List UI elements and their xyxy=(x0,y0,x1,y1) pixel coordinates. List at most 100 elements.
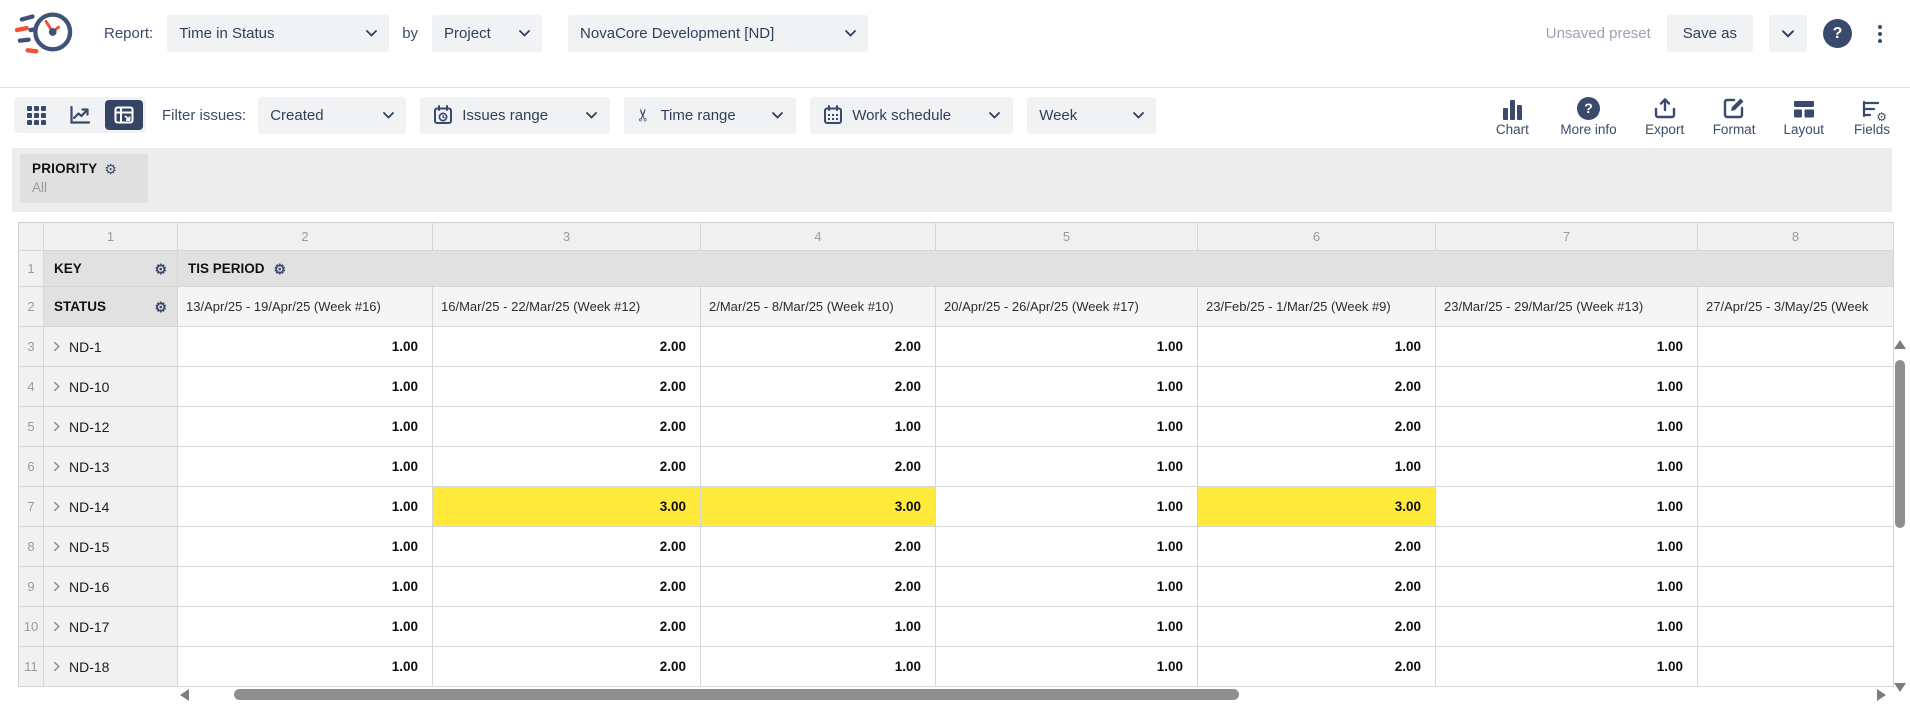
fields-button[interactable]: ⚙ Fields xyxy=(1852,94,1892,137)
gear-icon[interactable]: ⚙ xyxy=(274,262,287,276)
value-cell[interactable]: 1.00 xyxy=(1436,647,1698,687)
issue-key-cell[interactable]: ND-14 xyxy=(44,487,178,527)
period-header[interactable]: 20/Apr/25 - 26/Apr/25 (Week #17) xyxy=(936,287,1198,327)
save-options-button[interactable] xyxy=(1769,15,1807,52)
value-cell[interactable]: 1.00 xyxy=(936,447,1198,487)
vertical-scrollbar[interactable] xyxy=(1893,338,1907,694)
value-cell[interactable]: 1.00 xyxy=(178,487,433,527)
value-cell[interactable] xyxy=(1698,607,1894,647)
issue-key-cell[interactable]: ND-15 xyxy=(44,527,178,567)
priority-filter-chip[interactable]: PRIORITY ⚙ All xyxy=(20,154,148,203)
horizontal-scroll-track[interactable] xyxy=(194,688,1872,701)
report-type-select[interactable]: Time in Status xyxy=(167,15,389,52)
value-cell[interactable]: 2.00 xyxy=(701,527,936,567)
scroll-down-arrow-icon[interactable] xyxy=(1894,683,1906,692)
value-cell[interactable]: 3.00 xyxy=(1198,487,1436,527)
value-cell[interactable]: 2.00 xyxy=(433,647,701,687)
value-cell[interactable]: 2.00 xyxy=(701,567,936,607)
value-cell[interactable]: 1.00 xyxy=(178,567,433,607)
period-select[interactable]: Week xyxy=(1027,97,1156,134)
expand-chevron-icon[interactable] xyxy=(53,541,60,552)
period-header[interactable]: 23/Mar/25 - 29/Mar/25 (Week #13) xyxy=(1436,287,1698,327)
value-cell[interactable]: 1.00 xyxy=(1436,607,1698,647)
issue-key-cell[interactable]: ND-12 xyxy=(44,407,178,447)
value-cell[interactable]: 2.00 xyxy=(433,367,701,407)
expand-chevron-icon[interactable] xyxy=(53,341,60,352)
format-button[interactable]: Format xyxy=(1713,94,1756,137)
expand-chevron-icon[interactable] xyxy=(53,661,60,672)
value-cell[interactable]: 2.00 xyxy=(1198,527,1436,567)
value-cell[interactable]: 2.00 xyxy=(433,607,701,647)
gear-icon[interactable]: ⚙ xyxy=(154,300,167,314)
expand-chevron-icon[interactable] xyxy=(53,421,60,432)
group-by-select[interactable]: Project xyxy=(432,15,542,52)
value-cell[interactable]: 2.00 xyxy=(1198,607,1436,647)
value-cell[interactable]: 1.00 xyxy=(936,407,1198,447)
more-info-button[interactable]: ? More info xyxy=(1560,94,1616,137)
value-cell[interactable] xyxy=(1698,567,1894,607)
value-cell[interactable] xyxy=(1698,527,1894,567)
value-cell[interactable]: 2.00 xyxy=(433,407,701,447)
value-cell[interactable]: 1.00 xyxy=(936,607,1198,647)
value-cell[interactable]: 1.00 xyxy=(701,607,936,647)
value-cell[interactable]: 1.00 xyxy=(178,527,433,567)
time-range-button[interactable]: ✂ Time range xyxy=(624,97,796,134)
value-cell[interactable]: 2.00 xyxy=(1198,567,1436,607)
value-cell[interactable]: 1.00 xyxy=(936,327,1198,367)
issues-range-button[interactable]: Issues range xyxy=(420,97,610,134)
value-cell[interactable]: 1.00 xyxy=(178,367,433,407)
value-cell[interactable] xyxy=(1698,647,1894,687)
value-cell[interactable]: 1.00 xyxy=(1436,447,1698,487)
value-cell[interactable]: 1.00 xyxy=(701,407,936,447)
more-menu-button[interactable] xyxy=(1868,19,1892,49)
layout-button[interactable]: Layout xyxy=(1783,94,1824,137)
value-cell[interactable]: 1.00 xyxy=(1436,567,1698,607)
value-cell[interactable]: 1.00 xyxy=(936,647,1198,687)
value-cell[interactable]: 1.00 xyxy=(178,607,433,647)
value-cell[interactable]: 2.00 xyxy=(1198,367,1436,407)
value-cell[interactable]: 1.00 xyxy=(178,407,433,447)
value-cell[interactable] xyxy=(1698,327,1894,367)
grid-view-button[interactable] xyxy=(17,100,55,130)
value-cell[interactable]: 1.00 xyxy=(178,447,433,487)
table-view-button[interactable] xyxy=(105,100,143,130)
period-header[interactable]: 27/Apr/25 - 3/May/25 (Week xyxy=(1698,287,1894,327)
value-cell[interactable]: 2.00 xyxy=(433,447,701,487)
value-cell[interactable]: 2.00 xyxy=(433,327,701,367)
value-cell[interactable] xyxy=(1698,407,1894,447)
scroll-left-arrow-icon[interactable] xyxy=(180,689,189,701)
expand-chevron-icon[interactable] xyxy=(53,461,60,472)
value-cell[interactable]: 1.00 xyxy=(1436,487,1698,527)
chart-tool-button[interactable]: Chart xyxy=(1492,94,1532,137)
issue-key-cell[interactable]: ND-10 xyxy=(44,367,178,407)
value-cell[interactable]: 1.00 xyxy=(1436,327,1698,367)
help-button[interactable]: ? xyxy=(1823,19,1852,48)
value-cell[interactable]: 2.00 xyxy=(701,327,936,367)
value-cell[interactable]: 1.00 xyxy=(936,527,1198,567)
work-schedule-button[interactable]: Work schedule xyxy=(810,97,1013,134)
value-cell[interactable]: 2.00 xyxy=(433,527,701,567)
gear-icon[interactable]: ⚙ xyxy=(154,262,167,276)
save-as-button[interactable]: Save as xyxy=(1667,15,1753,52)
value-cell[interactable]: 2.00 xyxy=(701,367,936,407)
value-cell[interactable]: 1.00 xyxy=(701,647,936,687)
scroll-right-arrow-icon[interactable] xyxy=(1877,689,1886,701)
value-cell[interactable]: 3.00 xyxy=(433,487,701,527)
value-cell[interactable]: 2.00 xyxy=(1198,407,1436,447)
value-cell[interactable]: 1.00 xyxy=(1198,447,1436,487)
expand-chevron-icon[interactable] xyxy=(53,581,60,592)
value-cell[interactable]: 3.00 xyxy=(701,487,936,527)
value-cell[interactable]: 2.00 xyxy=(701,447,936,487)
value-cell[interactable] xyxy=(1698,487,1894,527)
period-header[interactable]: 2/Mar/25 - 8/Mar/25 (Week #10) xyxy=(701,287,936,327)
value-cell[interactable]: 1.00 xyxy=(178,327,433,367)
filter-issues-select[interactable]: Created xyxy=(258,97,406,134)
value-cell[interactable]: 1.00 xyxy=(936,487,1198,527)
value-cell[interactable]: 2.00 xyxy=(1198,647,1436,687)
value-cell[interactable] xyxy=(1698,447,1894,487)
expand-chevron-icon[interactable] xyxy=(53,501,60,512)
period-header[interactable]: 13/Apr/25 - 19/Apr/25 (Week #16) xyxy=(178,287,433,327)
value-cell[interactable]: 1.00 xyxy=(936,567,1198,607)
horizontal-scrollbar[interactable] xyxy=(180,688,1886,701)
value-cell[interactable]: 2.00 xyxy=(433,567,701,607)
